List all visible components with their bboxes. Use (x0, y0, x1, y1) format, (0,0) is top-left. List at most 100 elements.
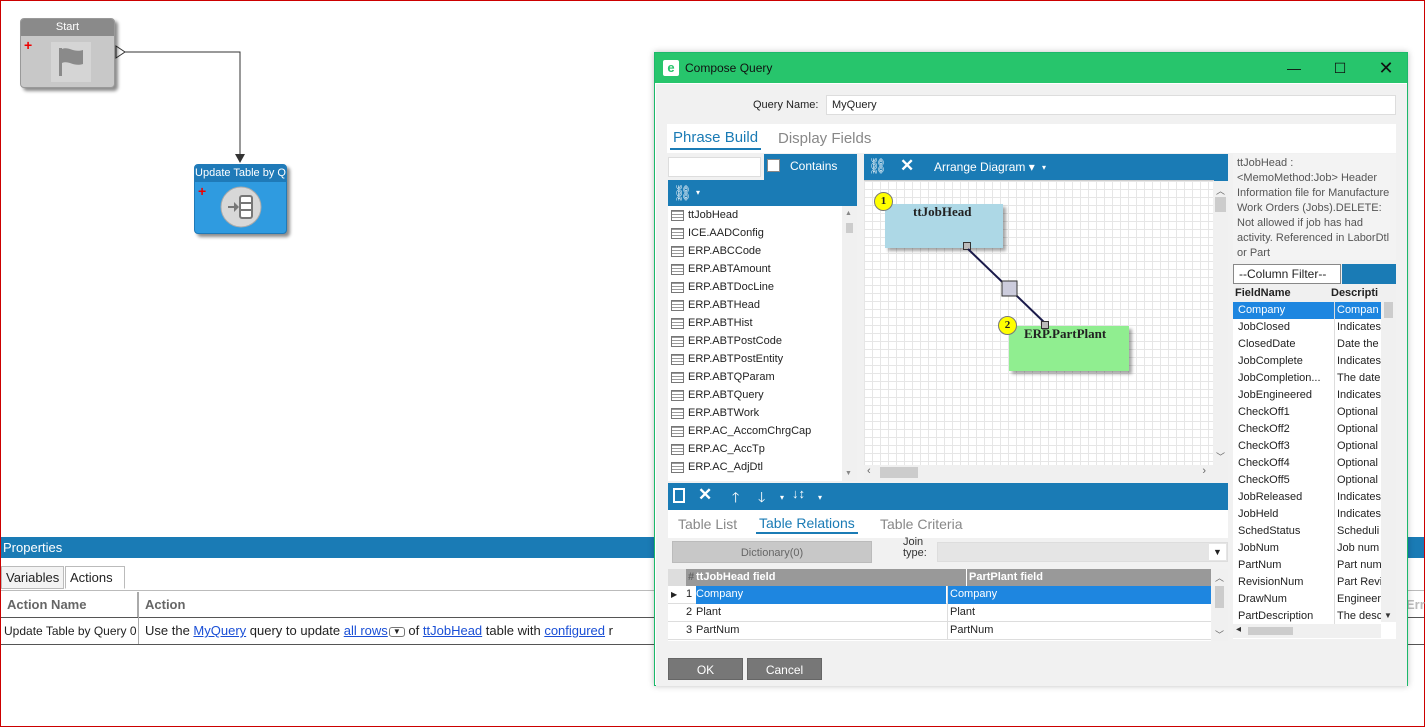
link-icon[interactable]: ⛓ (673, 184, 692, 202)
table-list-item[interactable]: ttJobHead (668, 206, 843, 224)
field-row[interactable]: JobComplete Indicates (1233, 353, 1396, 370)
table-list-item[interactable]: ERP.ABTAmount (668, 260, 843, 278)
dropdown-icon[interactable]: ▾ (1042, 163, 1046, 172)
relation-row[interactable]: 3 PartNum PartNum (668, 622, 1211, 640)
diagram-hscroll[interactable]: ‹ › (864, 465, 1228, 480)
rows-link[interactable]: all rows (344, 623, 388, 638)
table-link[interactable]: ttJobHead (423, 623, 482, 638)
move-down-icon[interactable]: 🡓 (758, 487, 765, 511)
new-icon[interactable] (673, 488, 685, 503)
col-action-name[interactable]: Action Name (1, 592, 138, 617)
query-diagram[interactable]: ttJobHead 1 ERP.PartPlant 2 (864, 180, 1214, 465)
tab-table-relations[interactable]: Table Relations (756, 515, 858, 534)
field-row[interactable]: CheckOff5 Optional (1233, 472, 1396, 489)
table-list-item[interactable]: ERP.ABTDocLine (668, 278, 843, 296)
field-row[interactable]: ClosedDate Date the (1233, 336, 1396, 353)
dropdown-icon[interactable]: ▾ (818, 493, 822, 502)
tab-actions[interactable]: Actions (65, 566, 125, 589)
sort-icon[interactable]: ↓↕ (792, 486, 805, 501)
arrange-diagram-button[interactable]: Arrange Diagram ▾ (934, 160, 1035, 174)
dictionary-button[interactable]: Dictionary(0) (672, 541, 872, 563)
join-type-select[interactable]: ▼ (937, 542, 1228, 562)
fieldname-header[interactable]: FieldName (1235, 284, 1327, 302)
close-icon[interactable]: ✕ (1363, 53, 1409, 83)
field-row[interactable]: JobCompletion... The date (1233, 370, 1396, 387)
ok-button[interactable]: OK (668, 658, 743, 680)
field-row[interactable]: PartNum Part num (1233, 557, 1396, 574)
table-list-item[interactable]: ERP.ABTWork (668, 404, 843, 422)
field-row[interactable]: CheckOff2 Optional (1233, 421, 1396, 438)
relation-row[interactable]: ▶ 1 Company Company (668, 586, 1211, 604)
relation-right-field[interactable]: Company (947, 586, 1211, 604)
field-row[interactable]: JobClosed Indicates (1233, 319, 1396, 336)
dropdown-icon[interactable]: ▼ (388, 626, 405, 637)
field-row[interactable]: JobReleased Indicates (1233, 489, 1396, 506)
rel-left-header[interactable]: ttJobHead field (696, 569, 775, 586)
table-list-item[interactable]: ERP.AC_AdjDtl (668, 458, 843, 476)
relation-handle-icon[interactable] (1041, 321, 1049, 329)
field-row[interactable]: JobNum Job num (1233, 540, 1396, 557)
maximize-icon[interactable]: ☐ (1317, 53, 1363, 83)
table-list-item[interactable]: ERP.AC_AccomChrgCap (668, 422, 843, 440)
contains-checkbox[interactable] (767, 159, 780, 172)
add-icon[interactable]: + (198, 184, 206, 198)
column-filter-input[interactable]: --Column Filter-- (1233, 264, 1341, 284)
table-list-item[interactable]: ERP.ABTQParam (668, 368, 843, 386)
query-link[interactable]: MyQuery (193, 623, 246, 638)
table-list-item[interactable]: ERP.ABTHead (668, 296, 843, 314)
tab-variables[interactable]: Variables (1, 566, 64, 589)
field-row[interactable]: JobEngineered Indicates (1233, 387, 1396, 404)
tab-table-list[interactable]: Table List (678, 516, 737, 532)
start-node[interactable]: Start + (20, 18, 115, 88)
table-list-item[interactable]: ERP.ABTQuery (668, 386, 843, 404)
field-row[interactable]: Company Compan (1233, 302, 1396, 319)
tab-phrase-build[interactable]: Phrase Build (670, 129, 762, 150)
add-icon[interactable]: + (24, 38, 32, 52)
field-row[interactable]: SchedStatus Scheduli (1233, 523, 1396, 540)
delete-icon[interactable]: ✕ (900, 156, 914, 176)
relation-right-field[interactable]: PartNum (947, 622, 1211, 639)
table-box-partplant[interactable]: ERP.PartPlant (1009, 326, 1129, 371)
relation-left-field[interactable]: PartNum (696, 622, 946, 639)
field-row[interactable]: RevisionNum Part Revi (1233, 574, 1396, 591)
query-name-input[interactable]: MyQuery (826, 95, 1396, 115)
delete-icon[interactable]: ✕ (698, 485, 712, 505)
relation-left-field[interactable]: Company (696, 586, 946, 604)
col-action[interactable]: Action (139, 592, 659, 617)
field-row[interactable]: CheckOff1 Optional (1233, 404, 1396, 421)
field-row[interactable]: CheckOff4 Optional (1233, 455, 1396, 472)
dropdown-icon[interactable]: ▾ (780, 493, 784, 502)
table-list-item[interactable]: ICE.AADConfig (668, 224, 843, 242)
table-list-scrollbar[interactable]: ▲ ▼ (842, 206, 857, 481)
dropdown-icon[interactable]: ▾ (696, 188, 700, 197)
table-list-item[interactable]: ERP.ABCCode (668, 242, 843, 260)
relations-vscroll[interactable]: ︿ ﹀ (1212, 569, 1228, 641)
configured-link[interactable]: configured (544, 623, 605, 638)
table-list-item[interactable]: ERP.ABTHist (668, 314, 843, 332)
table-search-input[interactable] (668, 157, 761, 177)
update-table-node[interactable]: Update Table by Q + (194, 164, 287, 234)
field-row[interactable]: DrawNum Engineer (1233, 591, 1396, 608)
field-row[interactable]: PartDescription The desc (1233, 608, 1396, 625)
tab-display-fields[interactable]: Display Fields (778, 130, 871, 147)
minimize-icon[interactable]: — (1271, 53, 1317, 83)
relation-left-field[interactable]: Plant (696, 604, 946, 621)
field-row[interactable]: CheckOff3 Optional (1233, 438, 1396, 455)
table-list-item[interactable]: ERP.AC_AccTp (668, 440, 843, 458)
cancel-button[interactable]: Cancel (747, 658, 822, 680)
link-icon[interactable]: ⛓ (868, 157, 887, 175)
table-list-item[interactable]: ERP.ABTPostEntity (668, 350, 843, 368)
field-grid-vscroll[interactable]: ▼ (1381, 302, 1396, 622)
move-up-icon[interactable]: 🡑 (732, 487, 739, 511)
chevron-down-icon[interactable]: ▼ (1209, 544, 1226, 560)
table-list-item[interactable]: ERP.ABTPostCode (668, 332, 843, 350)
relation-row[interactable]: 2 Plant Plant (668, 604, 1211, 622)
field-row[interactable]: JobHeld Indicates (1233, 506, 1396, 523)
tab-table-criteria[interactable]: Table Criteria (880, 516, 962, 532)
description-header[interactable]: Descripti (1331, 284, 1381, 302)
rel-right-header[interactable]: PartPlant field (966, 569, 1043, 586)
diagram-vscroll[interactable]: ︿ ﹀ (1213, 181, 1228, 465)
field-grid-hscroll[interactable]: ◂ (1233, 624, 1381, 638)
action-row[interactable]: Update Table by Query 0 Use the MyQuery … (1, 618, 651, 644)
relation-right-field[interactable]: Plant (947, 604, 1211, 621)
